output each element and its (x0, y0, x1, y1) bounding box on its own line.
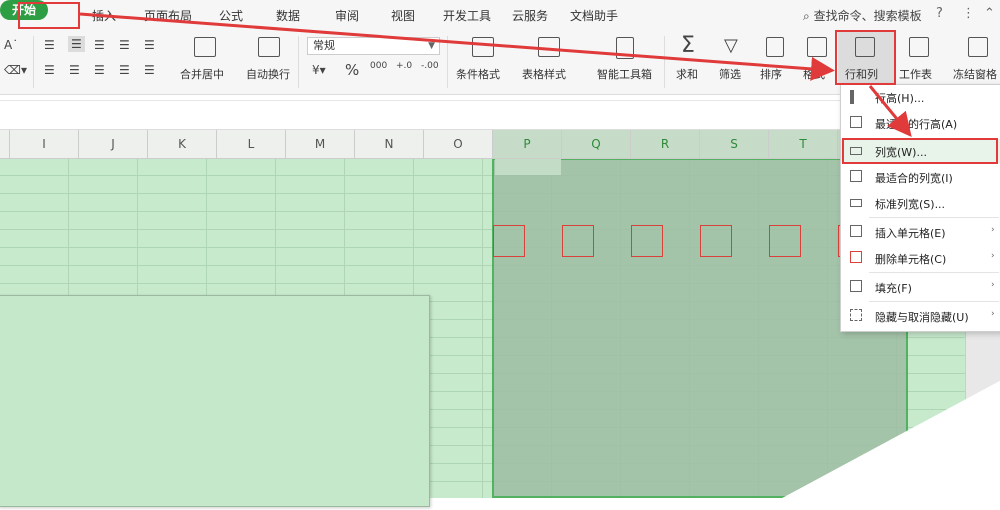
annotation-arrows (79, 12, 912, 137)
arrow-to-column-width (868, 85, 912, 137)
arrow-to-row-col (79, 12, 835, 81)
